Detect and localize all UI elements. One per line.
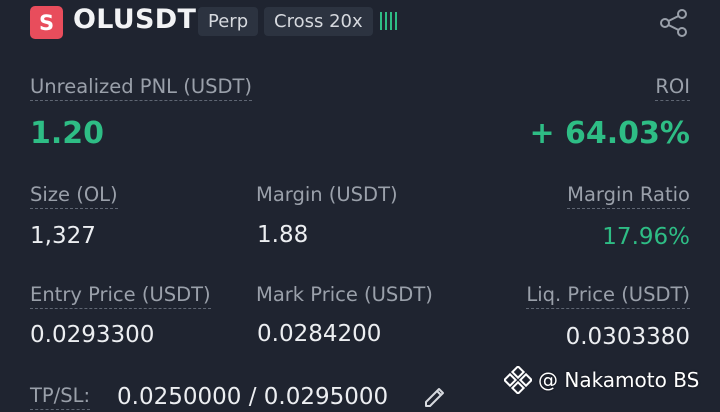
entry-price-label[interactable]: Entry Price (USDT) — [30, 283, 211, 309]
margin-ratio-label[interactable]: Margin Ratio — [567, 183, 690, 209]
contract-type-tag: Perp — [198, 7, 259, 36]
mark-price-label: Mark Price (USDT) — [256, 283, 433, 306]
unrealized-pnl-value: 1.20 — [30, 116, 105, 151]
unrealized-pnl-label[interactable]: Unrealized PNL (USDT) — [30, 75, 253, 101]
size-label[interactable]: Size (OL) — [30, 183, 118, 209]
pencil-icon[interactable] — [422, 382, 448, 408]
margin-label: Margin (USDT) — [256, 183, 398, 206]
position-side-badge: S — [30, 6, 63, 39]
size-value: 1,327 — [30, 223, 96, 249]
liq-price-value: 0.0303380 — [565, 324, 690, 350]
margin-mode-tag[interactable]: Cross 20x — [264, 7, 373, 36]
signal-bars-icon — [380, 10, 397, 30]
watermark-text: @ Nakamoto BS — [538, 368, 700, 392]
tpsl-value: 0.0250000 / 0.0295000 — [117, 384, 389, 410]
mark-price-value: 0.0284200 — [257, 321, 382, 347]
binance-diamond-icon — [504, 366, 532, 394]
entry-price-value: 0.0293300 — [30, 322, 155, 348]
margin-value: 1.88 — [257, 222, 309, 248]
share-icon[interactable] — [658, 9, 690, 37]
roi-value: + 64.03% — [529, 116, 690, 151]
tpsl-label[interactable]: TP/SL: — [30, 384, 91, 410]
liq-price-label[interactable]: Liq. Price (USDT) — [526, 283, 690, 309]
roi-label[interactable]: ROI — [655, 75, 690, 101]
watermark: @ Nakamoto BS — [504, 366, 699, 394]
symbol-title[interactable]: OLUSDT — [73, 4, 196, 35]
margin-ratio-value: 17.96% — [602, 224, 690, 250]
